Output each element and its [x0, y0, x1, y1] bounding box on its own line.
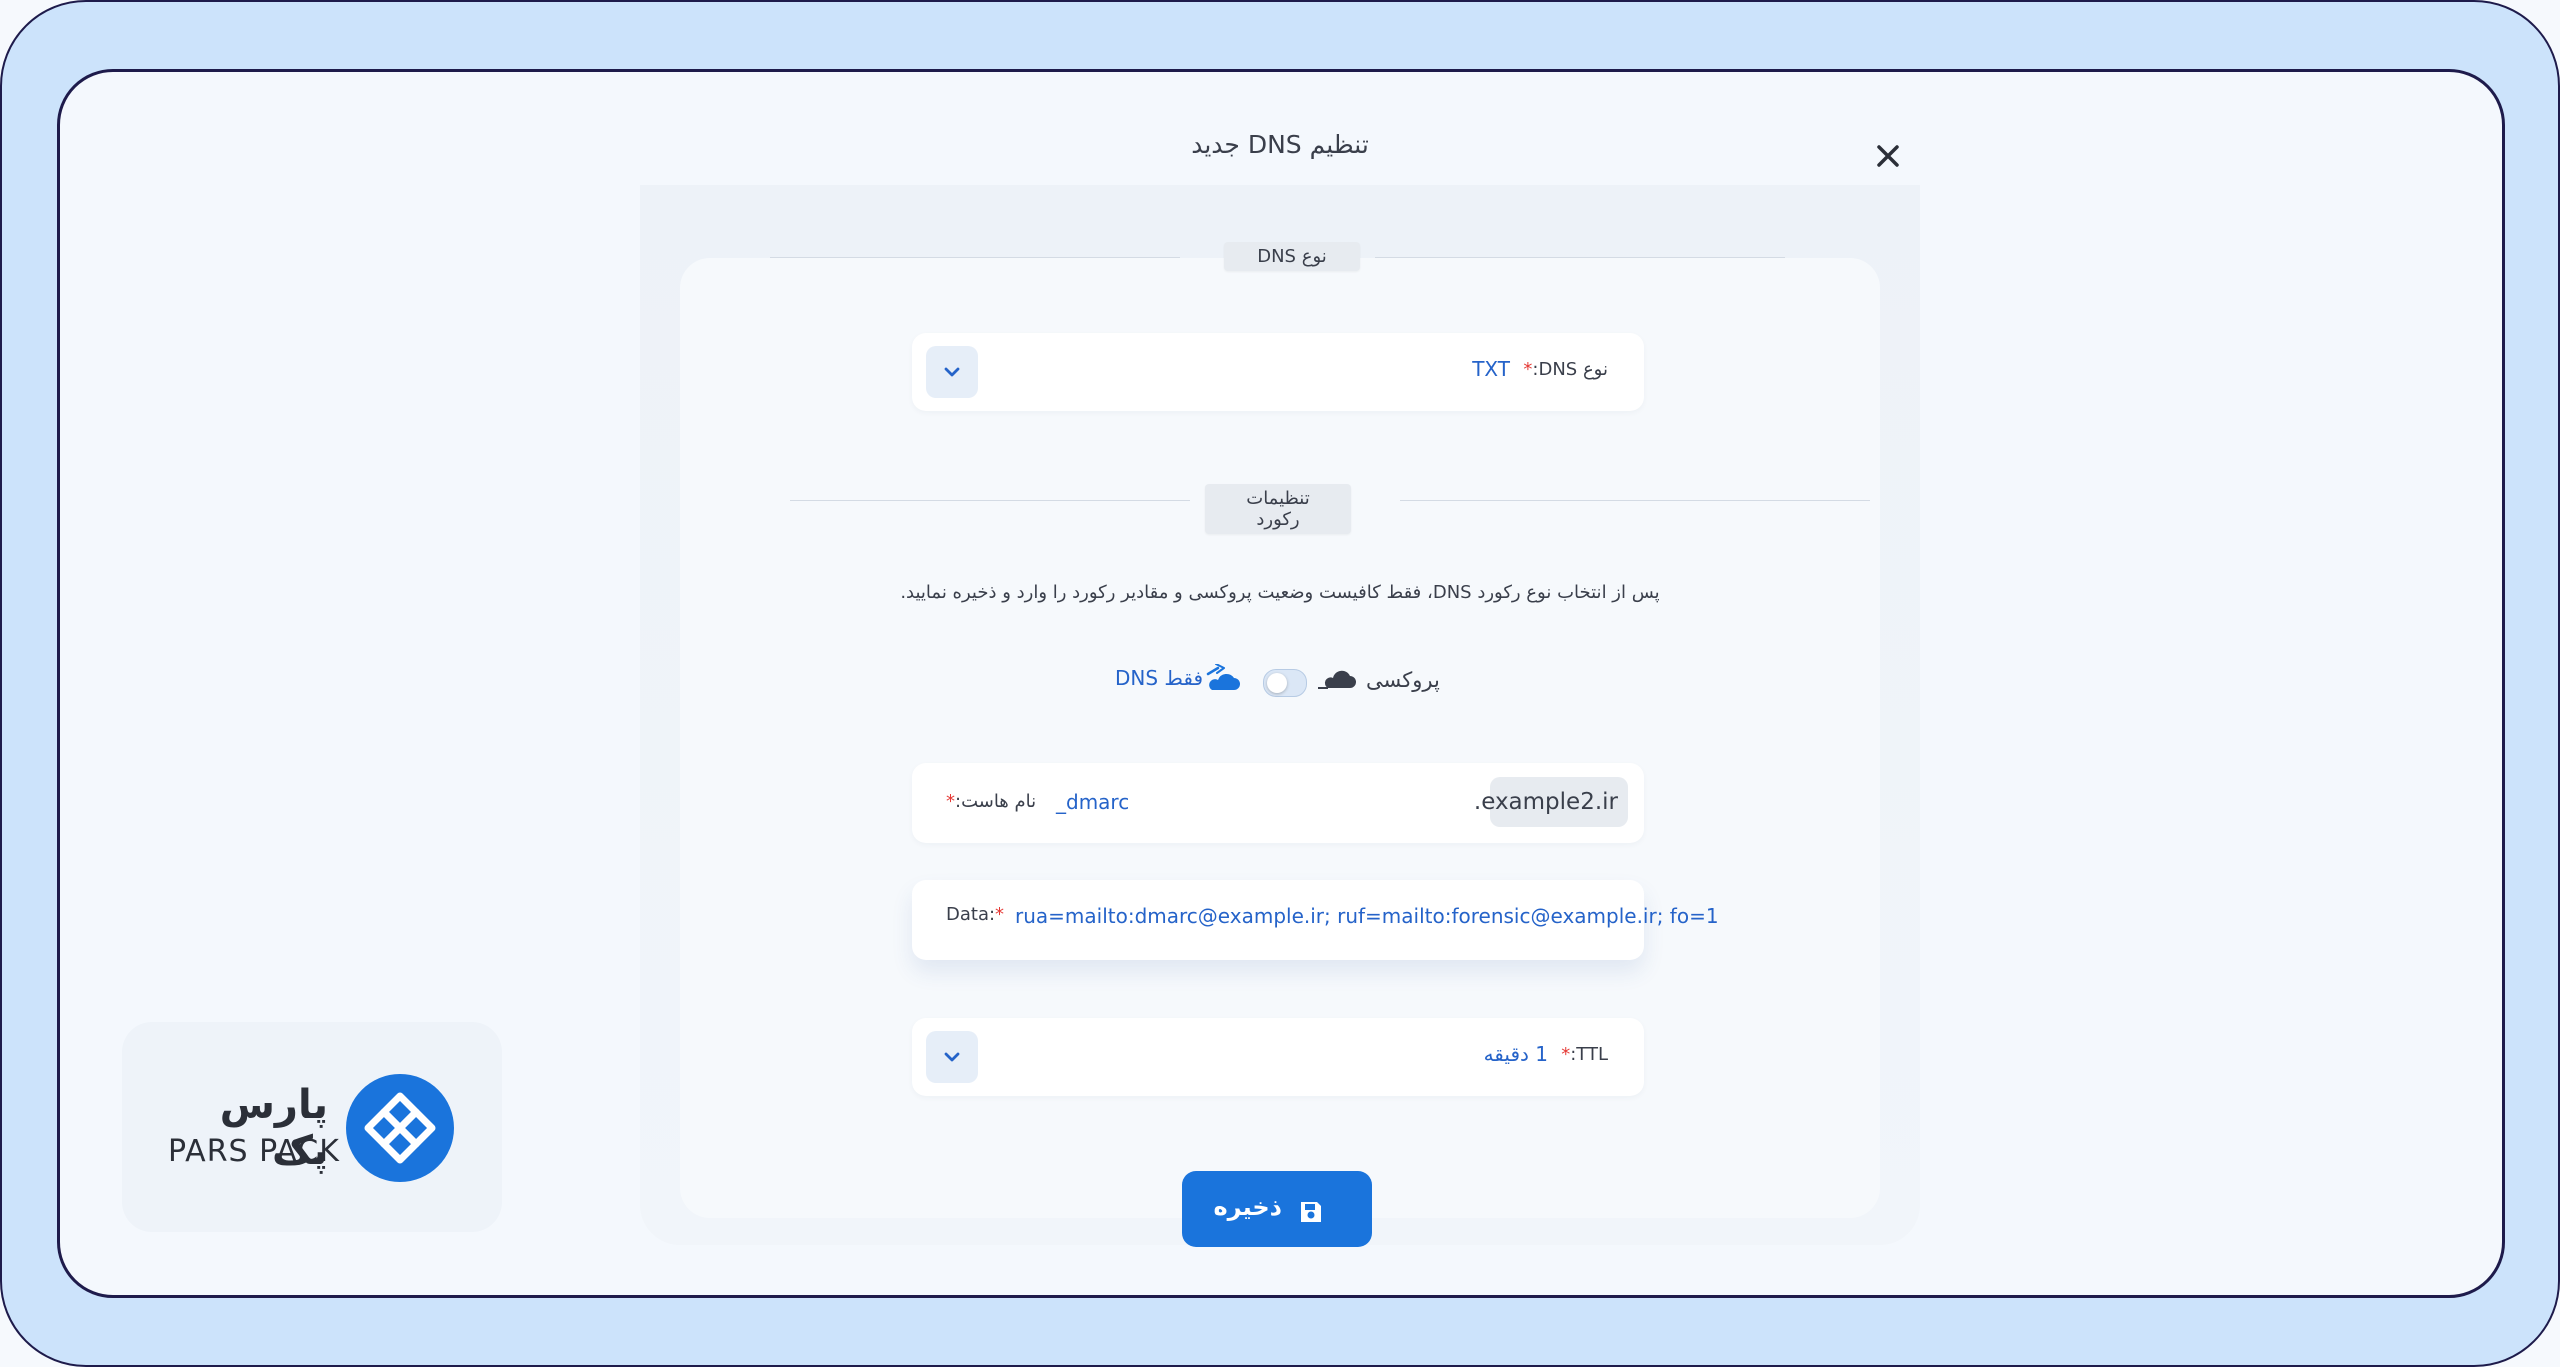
- close-icon: [1877, 145, 1899, 167]
- proxy-label: پروکسی: [1366, 668, 1440, 692]
- dns-only-label: فقط DNS: [1115, 666, 1204, 690]
- divider: [1375, 257, 1785, 258]
- data-input[interactable]: rua=mailto:dmarc@example.ir; ruf=mailto:…: [1015, 904, 1719, 928]
- help-text: پس از انتخاب نوع رکورد DNS، فقط کافیست و…: [900, 582, 1660, 603]
- save-button-label: ذخیره: [1213, 1193, 1282, 1221]
- divider: [790, 500, 1190, 501]
- section-heading-record-settings: تنظیمات رکورد: [1205, 484, 1351, 534]
- parspack-logo-icon: [346, 1074, 454, 1182]
- proxy-toggle[interactable]: [1263, 669, 1307, 697]
- dialog-title: تنظیم DNS جدید: [1191, 130, 1369, 159]
- close-button[interactable]: [1870, 138, 1906, 174]
- divider: [770, 257, 1180, 258]
- dns-type-select[interactable]: نوع DNS:* TXT: [912, 333, 1644, 411]
- divider: [1400, 500, 1870, 501]
- brand-logo-card: پارس پک PARS PACK: [122, 1022, 502, 1232]
- proxy-toggle-knob: [1267, 673, 1287, 693]
- ttl-select[interactable]: TTL:* 1 دقیقه: [912, 1018, 1644, 1096]
- domain-suffix-badge: .example2.ir: [1474, 777, 1628, 827]
- data-field[interactable]: Data:* rua=mailto:dmarc@example.ir; ruf=…: [912, 880, 1719, 960]
- floppy-disk-icon: [1301, 1202, 1321, 1222]
- hostname-input[interactable]: _dmarc: [1056, 790, 1129, 814]
- hostname-field[interactable]: .example2.ir _dmarc نام هاست:*: [912, 763, 1644, 843]
- chevron-down-icon: [944, 1052, 960, 1062]
- ttl-label: TTL:*: [1561, 1044, 1608, 1065]
- cloud-proxy-icon: [1318, 670, 1356, 689]
- dns-type-label: نوع DNS:*: [1523, 359, 1608, 380]
- ttl-dropdown-button[interactable]: [926, 1031, 978, 1083]
- brand-name-en: PARS PACK: [168, 1134, 340, 1169]
- data-label: Data:*: [946, 904, 1005, 925]
- domain-suffix: .example2.ir: [1473, 789, 1618, 815]
- cloud-dns-only-icon: [1206, 664, 1240, 690]
- section-heading-dns-type: نوع DNS: [1224, 242, 1360, 271]
- dns-type-dropdown-button[interactable]: [926, 346, 978, 398]
- dns-type-value: TXT: [1472, 357, 1510, 381]
- save-button[interactable]: ذخیره: [1182, 1171, 1372, 1247]
- ttl-value: 1 دقیقه: [1483, 1042, 1548, 1066]
- hostname-label: نام هاست:*: [946, 791, 1037, 812]
- chevron-down-icon: [944, 367, 960, 377]
